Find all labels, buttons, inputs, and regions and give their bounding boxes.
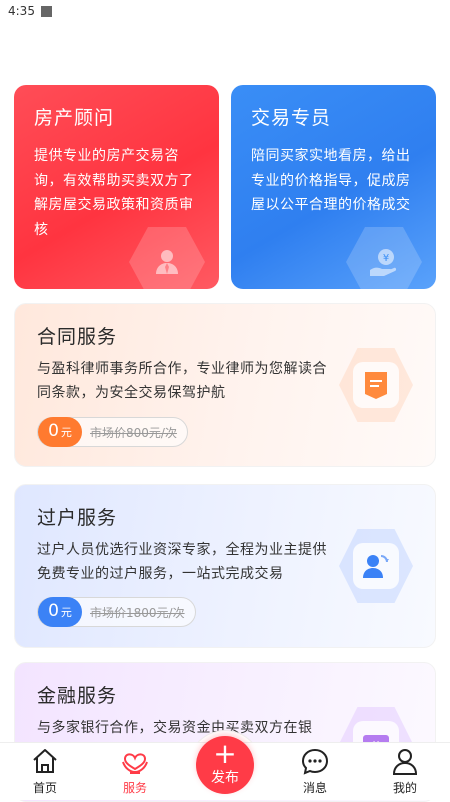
service-title: 过户服务 xyxy=(37,507,118,529)
tab-service[interactable]: 服务 xyxy=(90,743,180,801)
service-desc: 与盈科律师事务所合作，专业律师为您解读合同条款，为安全交易保驾护航 xyxy=(37,361,327,401)
tab-label: 服务 xyxy=(122,781,147,795)
price-badge: 0元 xyxy=(38,597,82,627)
svg-text:¥: ¥ xyxy=(383,253,389,264)
service-desc: 与多家银行合作，交易资金由买卖双方在银 xyxy=(37,720,313,736)
market-price: 市场价1800元/次 xyxy=(90,605,185,620)
service-title: 合同服务 xyxy=(37,326,118,348)
status-time: 4:35 xyxy=(8,4,35,18)
card-title: 交易专员 xyxy=(251,107,332,129)
person-transfer-icon xyxy=(339,529,413,603)
tab-label: 首页 xyxy=(32,781,57,795)
price-unit: 元 xyxy=(60,606,72,619)
publish-button[interactable]: + 发布 xyxy=(196,736,254,794)
card-property-advisor[interactable]: 房产顾问 提供专业的房产交易咨询，有效帮助买卖双方了解房屋交易政策和资质审核 xyxy=(14,85,219,289)
price-value: 0 xyxy=(48,601,59,621)
tab-home[interactable]: 首页 xyxy=(0,743,90,801)
price-pill: 0元 市场价1800元/次 xyxy=(37,597,196,627)
price-unit: 元 xyxy=(60,426,72,439)
tab-mine[interactable]: 我的 xyxy=(360,743,450,801)
price-pill: 0元 市场价800元/次 xyxy=(37,417,188,447)
service-title: 金融服务 xyxy=(37,685,118,707)
market-price: 市场价800元/次 xyxy=(90,425,177,440)
notification-icon xyxy=(40,5,52,17)
top-cards: 房产顾问 提供专业的房产交易咨询，有效帮助买卖双方了解房屋交易政策和资质审核 交… xyxy=(14,85,436,289)
publish-label: 发布 xyxy=(211,770,239,786)
home-icon xyxy=(33,749,57,773)
card-transaction-specialist[interactable]: 交易专员 陪同买家实地看房，给出专业的价格指导，促成房屋以公平合理的价格成交 ¥ xyxy=(231,85,436,289)
document-icon xyxy=(339,348,413,422)
status-bar: 4:35 xyxy=(0,0,450,22)
plus-icon: + xyxy=(213,737,237,770)
card-desc: 陪同买家实地看房，给出专业的价格指导，促成房屋以公平合理的价格成交 xyxy=(251,148,411,213)
price-badge: 0元 xyxy=(38,417,82,447)
tab-label: 我的 xyxy=(392,781,417,795)
service-card-contract[interactable]: 合同服务 与盈科律师事务所合作，专业律师为您解读合同条款，为安全交易保驾护航 0… xyxy=(14,303,436,467)
price-value: 0 xyxy=(48,421,59,441)
service-desc: 过户人员优选行业资深专家，全程为业主提供免费专业的过户服务，一站式完成交易 xyxy=(37,542,327,582)
message-icon xyxy=(301,748,329,775)
yen-hand-icon: ¥ xyxy=(346,227,422,289)
person-icon xyxy=(392,749,418,775)
tab-message[interactable]: 消息 xyxy=(270,743,360,801)
card-title: 房产顾问 xyxy=(34,107,115,129)
service-card-transfer[interactable]: 过户服务 过户人员优选行业资深专家，全程为业主提供免费专业的过户服务，一站式完成… xyxy=(14,484,436,648)
heart-service-icon xyxy=(122,753,148,774)
tab-label: 消息 xyxy=(302,781,327,795)
